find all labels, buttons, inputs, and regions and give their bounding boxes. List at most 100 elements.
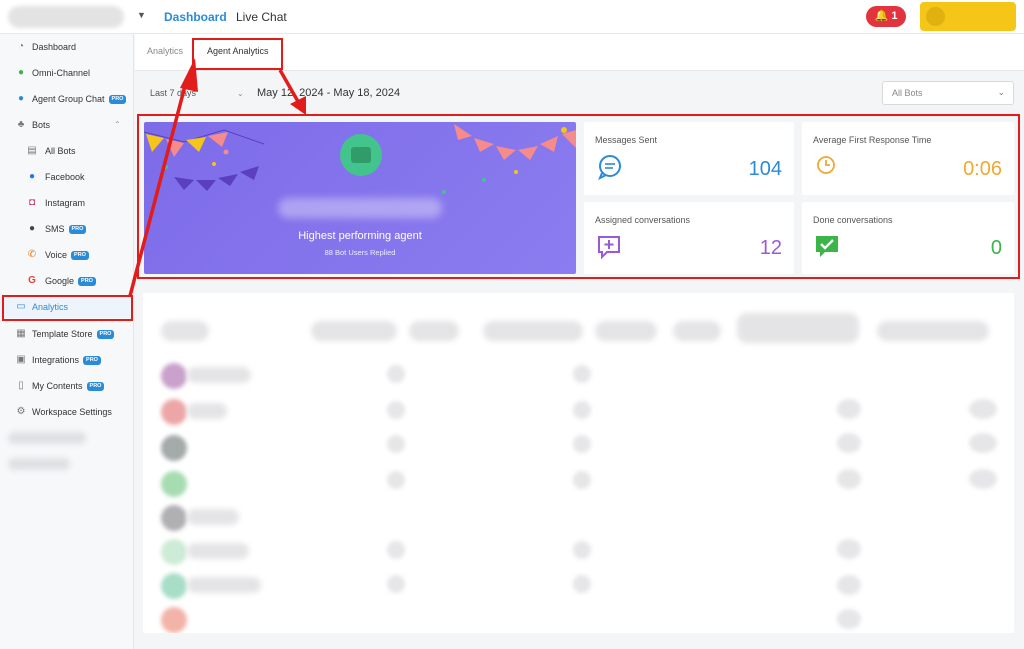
blurred-cell xyxy=(969,399,997,419)
sms-icon: ● xyxy=(28,223,36,234)
integrations-icon: ▣ xyxy=(16,354,26,365)
nav-live-chat[interactable]: Live Chat xyxy=(236,10,287,24)
date-range[interactable]: May 12, 2024 - May 18, 2024 xyxy=(257,87,400,99)
blurred-cell xyxy=(837,539,861,559)
highlight-analytics xyxy=(2,295,133,321)
avatar xyxy=(161,607,187,633)
blurred-row xyxy=(187,403,227,419)
document-icon: ▤ xyxy=(27,145,37,156)
avatar xyxy=(161,505,187,531)
sidebar-item-label: All Bots xyxy=(45,146,76,156)
sidebar-item-label: Workspace Settings xyxy=(32,407,112,417)
avatar xyxy=(161,573,187,599)
notification-button[interactable]: 🔔 1 xyxy=(866,6,906,27)
highlight-stats-section xyxy=(137,114,1020,279)
sidebar-item-label: Voice xyxy=(45,250,68,260)
sitemap-icon: ♣ xyxy=(17,119,25,130)
sidebar-item-template-store[interactable]: ▦ Template Store PRO xyxy=(0,323,134,345)
sidebar-item-label: My Contents xyxy=(32,381,83,391)
blurred-cell xyxy=(387,471,405,489)
file-icon: ▯ xyxy=(18,380,24,391)
bots-select[interactable]: All Bots ⌄ xyxy=(882,81,1014,105)
avatar xyxy=(161,435,187,461)
sidebar-item-integrations[interactable]: ▣ Integrations PRO xyxy=(0,349,134,371)
chevron-down-icon[interactable]: ⌄ xyxy=(237,89,244,98)
agent-headset-icon: ● xyxy=(17,93,25,104)
blurred-cell xyxy=(837,609,861,629)
sidebar-item-workspace-settings[interactable]: ⚙ Workspace Settings xyxy=(0,401,134,423)
sidebar-item-facebook[interactable]: ● Facebook xyxy=(0,166,134,188)
blurred-cell xyxy=(837,575,861,595)
agent-table xyxy=(143,293,1014,633)
gear-icon: ⚙ xyxy=(16,406,26,417)
sidebar-item-omni-channel[interactable]: ● Omni-Channel xyxy=(0,62,134,84)
blurred-header xyxy=(483,321,583,341)
sidebar-item-dashboard[interactable]: ◔ Dashboard xyxy=(0,36,134,58)
pro-badge: PRO xyxy=(96,330,115,340)
pro-badge: PRO xyxy=(78,277,96,287)
sidebar-item-label: Template Store xyxy=(32,329,93,339)
chevron-down-icon: ⌄ xyxy=(997,87,1005,97)
blurred-cell xyxy=(387,575,405,593)
avatar xyxy=(161,363,187,389)
sidebar-item-label: Omni-Channel xyxy=(32,68,91,78)
messenger-icon: ● xyxy=(28,171,36,182)
tab-analytics[interactable]: Analytics xyxy=(147,46,183,56)
blurred-cell xyxy=(573,471,591,489)
chevron-up-icon[interactable]: ⌃ xyxy=(114,114,121,136)
period-select[interactable]: Last 7 days xyxy=(150,88,196,98)
blurred-header xyxy=(409,321,459,341)
sidebar-item-instagram[interactable]: ◘ Instagram xyxy=(0,192,134,214)
user-menu[interactable] xyxy=(920,2,1016,31)
sidebar-item-label: Instagram xyxy=(45,198,86,208)
blurred-account-info xyxy=(8,432,86,444)
sidebar-item-label: Integrations xyxy=(32,355,80,365)
pro-badge: PRO xyxy=(71,251,89,261)
blurred-cell xyxy=(837,433,861,453)
sidebar-item-my-contents[interactable]: ▯ My Contents PRO xyxy=(0,375,134,397)
phone-icon: ✆ xyxy=(27,249,37,260)
google-icon: G xyxy=(28,275,36,286)
sidebar-item-google[interactable]: G Google PRO xyxy=(0,270,134,292)
blurred-cell xyxy=(573,435,591,453)
blurred-header xyxy=(595,321,657,341)
workspace-caret-icon[interactable]: ▼ xyxy=(137,10,146,20)
sidebar-item-all-bots[interactable]: ▤ All Bots xyxy=(0,140,134,162)
blurred-account-info xyxy=(8,458,70,470)
avatar xyxy=(161,471,187,497)
blurred-cell xyxy=(387,541,405,559)
sidebar-item-label: Dashboard xyxy=(32,42,77,52)
blurred-header xyxy=(737,313,859,343)
avatar xyxy=(161,399,187,425)
blurred-cell xyxy=(573,401,591,419)
sidebar-item-bots[interactable]: ♣ Bots ⌃ xyxy=(0,114,134,136)
notification-count: 1 xyxy=(891,10,898,22)
sidebar-item-sms[interactable]: ● SMS PRO xyxy=(0,218,134,240)
nav-dashboard[interactable]: Dashboard xyxy=(164,10,227,24)
blurred-header xyxy=(877,321,989,341)
sidebar-item-agent-group-chat[interactable]: ● Agent Group Chat PRO xyxy=(0,88,134,110)
highlight-agent-analytics-tab xyxy=(192,38,283,70)
avatar xyxy=(926,7,945,26)
blurred-row xyxy=(187,543,249,559)
workspace-switcher[interactable] xyxy=(8,6,124,28)
blurred-row xyxy=(187,577,261,593)
pro-badge: PRO xyxy=(86,382,105,392)
sidebar: ◔ Dashboard ● Omni-Channel ● Agent Group… xyxy=(0,34,134,649)
blurred-cell xyxy=(969,469,997,489)
blurred-cell xyxy=(387,401,405,419)
sidebar-item-label: Bots xyxy=(32,120,51,130)
pro-badge: PRO xyxy=(108,95,127,105)
blurred-cell xyxy=(969,433,997,453)
sidebar-item-label: Google xyxy=(45,276,75,286)
blurred-header xyxy=(161,321,209,341)
blurred-cell xyxy=(387,365,405,383)
pro-badge: PRO xyxy=(83,356,101,366)
blurred-row xyxy=(187,367,251,383)
blurred-cell xyxy=(573,365,591,383)
sidebar-item-label: Agent Group Chat xyxy=(32,94,105,104)
blurred-cell xyxy=(573,541,591,559)
chat-bubbles-icon: ● xyxy=(17,67,25,78)
sidebar-item-voice[interactable]: ✆ Voice PRO xyxy=(0,244,134,266)
blurred-row xyxy=(187,509,239,525)
